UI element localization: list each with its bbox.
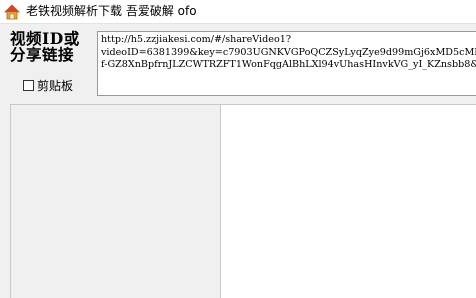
share-link-input[interactable]: http://h5.zzjiakesi.com/#/shareVideo1? v… <box>97 31 476 96</box>
clipboard-checkbox-label[interactable]: 剪贴板 <box>37 77 73 94</box>
share-link-text-line: f-GZ8XnBpfrnJLZCWTRZFT1WonFqgAlBhLXl94vU… <box>101 59 476 70</box>
video-id-label: 视频ID或 分享链接 <box>10 31 86 63</box>
clipboard-checkbox-box[interactable] <box>23 79 34 91</box>
house-icon <box>4 4 20 20</box>
app-window: 老铁视频解析下载 吾爱破解 ofo 视频ID或 分享链接 剪贴板 http://… <box>0 0 476 298</box>
result-list-panel[interactable] <box>10 104 221 298</box>
title-bar[interactable]: 老铁视频解析下载 吾爱破解 ofo <box>0 0 476 24</box>
window-title: 老铁视频解析下载 吾爱破解 ofo <box>26 4 197 18</box>
share-link-text-line: http://h5.zzjiakesi.com/#/shareVideo1? <box>101 34 291 45</box>
video-id-label-line2: 分享链接 <box>10 45 75 64</box>
video-preview-panel[interactable] <box>220 104 476 298</box>
share-link-text-line: videoID=6381399&key=c7903UGNKVGPoQCZSyLy… <box>101 46 476 58</box>
clipboard-checkbox[interactable]: 剪贴板 <box>23 77 73 93</box>
